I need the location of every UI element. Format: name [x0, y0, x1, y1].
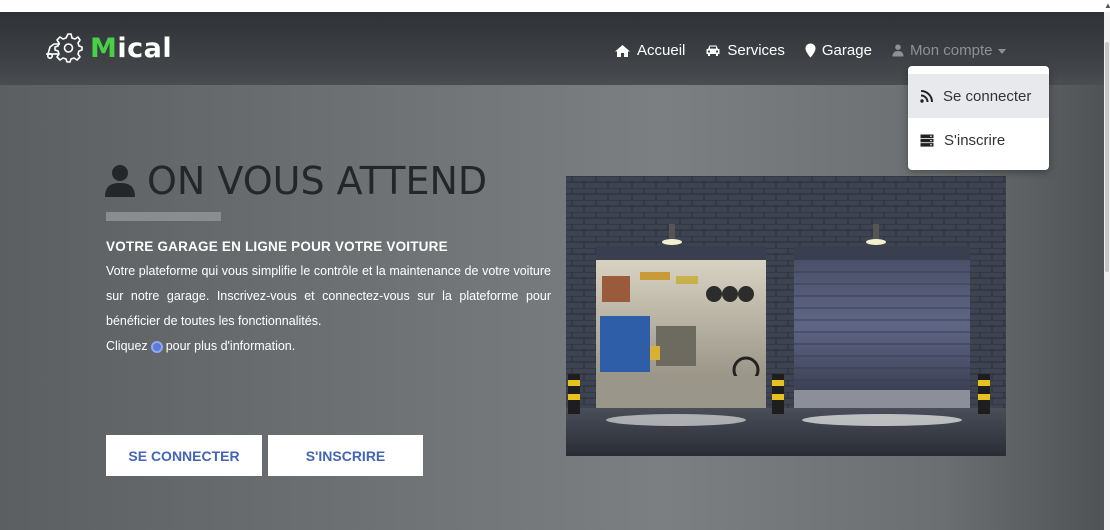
scroll-up-icon[interactable]: ▲: [1104, 0, 1110, 12]
nav-account-label: Mon compte: [909, 42, 993, 59]
hero-title-text: ON VOUS ATTEND: [147, 159, 488, 203]
nav-home-label: Accueil: [637, 42, 686, 59]
car-icon: [706, 45, 720, 56]
hero-info-line: Cliquez pour plus d'information.: [106, 339, 296, 353]
user-icon: [105, 165, 135, 197]
nav-services[interactable]: Services: [705, 42, 785, 59]
rss-icon: [920, 89, 933, 103]
login-button[interactable]: SE CONNECTER: [106, 435, 262, 476]
dropdown-item-login[interactable]: Se connecter: [908, 74, 1049, 118]
vertical-scrollbar[interactable]: [1104, 12, 1110, 530]
nav-account-toggle[interactable]: Mon compte: [892, 42, 1007, 59]
hero-title: ON VOUS ATTEND: [103, 159, 487, 203]
signup-button[interactable]: S'INSCRIRE: [268, 435, 423, 476]
title-underline: [106, 212, 221, 221]
hero-description-text: Votre plateforme qui vous simplifie le c…: [106, 264, 551, 328]
nav-services-label: Services: [727, 42, 785, 59]
dropdown-login-label: Se connecter: [943, 87, 1032, 105]
map-marker-icon: [805, 43, 816, 58]
info-icon[interactable]: [150, 340, 163, 353]
user-icon: [892, 44, 904, 57]
page-frame: Mical Accueil Services Garage Mon compte: [0, 12, 1104, 530]
scrollbar-thumb[interactable]: [1105, 42, 1109, 272]
home-icon: [615, 44, 630, 57]
nav-garage-label: Garage: [821, 42, 872, 59]
dropdown-item-signup[interactable]: S'inscrire: [908, 118, 1049, 162]
hero-description: Votre plateforme qui vous simplifie le c…: [106, 259, 551, 359]
caret-down-icon: [998, 49, 1007, 54]
brand-name: Mical: [90, 32, 173, 64]
server-icon: [920, 134, 934, 147]
garage-illustration: [566, 176, 1006, 456]
account-dropdown-menu: Se connecter S'inscrire: [908, 66, 1049, 170]
car-gear-logo-icon: [46, 33, 83, 63]
hero-subtitle: VOTRE GARAGE EN LIGNE POUR VOTRE VOITURE: [106, 239, 448, 254]
dropdown-signup-label: S'inscrire: [944, 131, 1006, 149]
nav-home[interactable]: Accueil: [614, 42, 685, 59]
nav-links: Accueil Services Garage Mon compte: [614, 42, 1026, 59]
brand[interactable]: Mical: [44, 30, 172, 66]
nav-garage[interactable]: Garage: [805, 42, 872, 59]
